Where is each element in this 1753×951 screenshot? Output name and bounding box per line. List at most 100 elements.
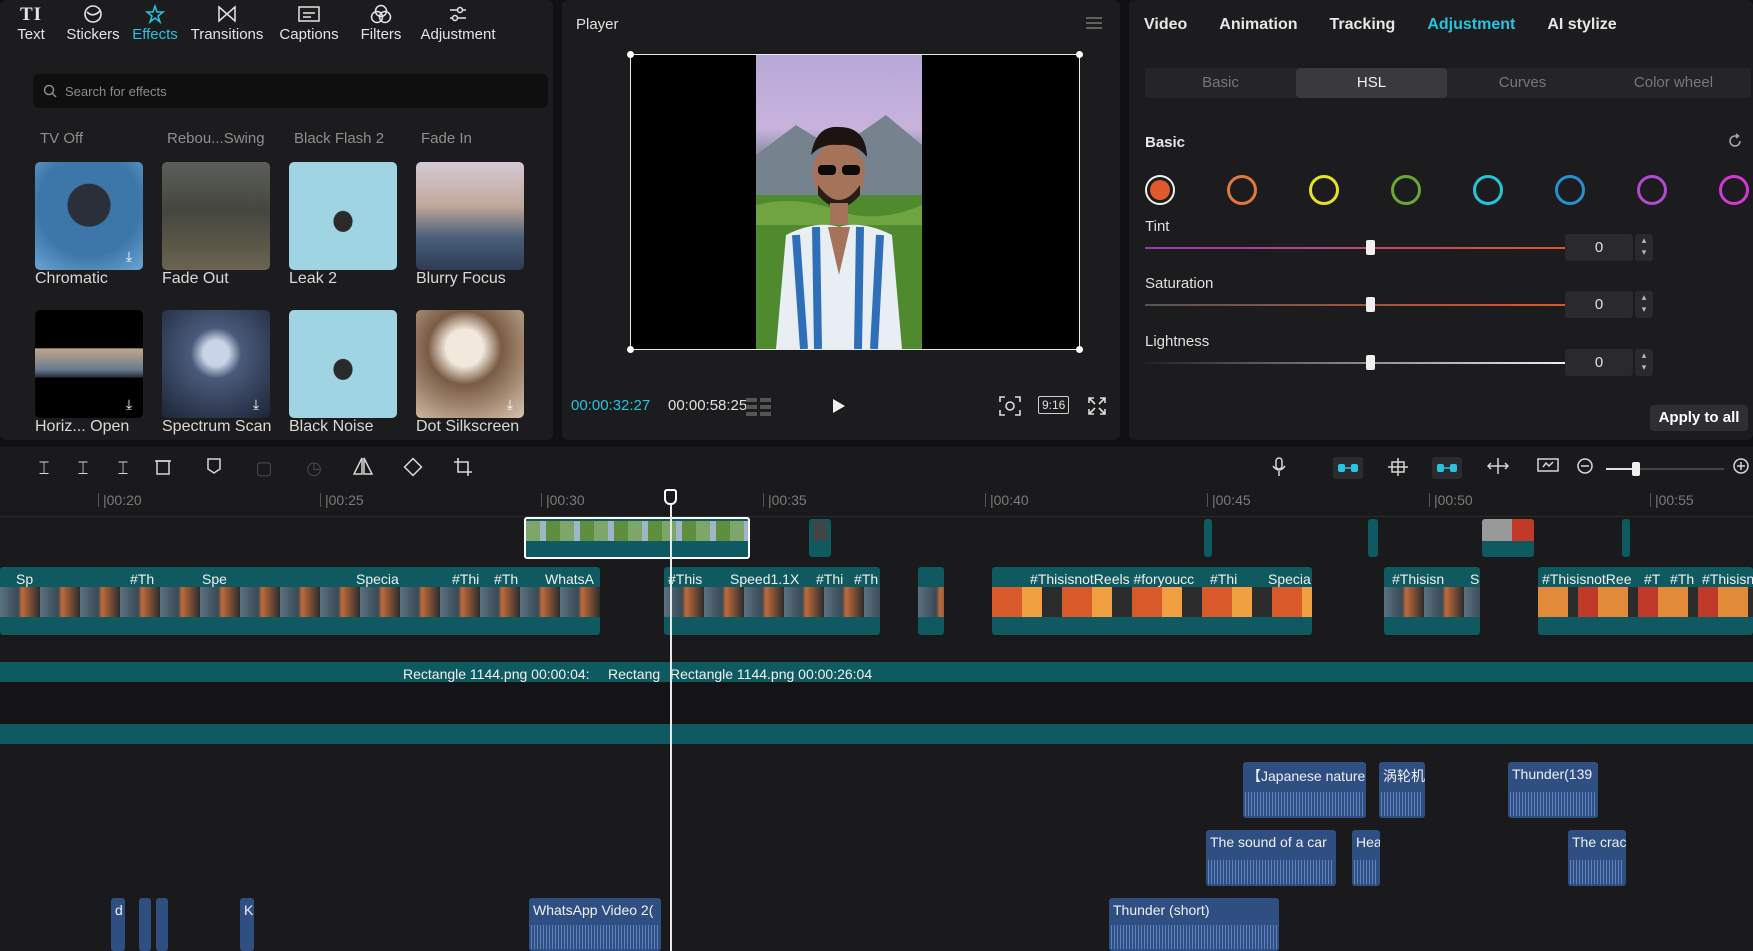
delete-icon[interactable] xyxy=(152,457,174,479)
audio-clip[interactable]: 涡轮机 xyxy=(1379,762,1425,818)
audio-clip[interactable]: WhatsApp Video 2( xyxy=(529,898,661,951)
fullscreen-icon[interactable] xyxy=(1088,397,1106,415)
play-icon[interactable] xyxy=(832,398,846,414)
fit-icon[interactable] xyxy=(999,396,1021,416)
effect-clip[interactable]: #ThisisnotRee #T #Th #Thisisn xyxy=(1538,567,1753,635)
tab-adjustment[interactable]: Adjustment xyxy=(412,0,504,50)
effect-thumbnail[interactable]: ⤓ xyxy=(35,162,143,270)
effect-thumbnail[interactable] xyxy=(416,162,524,270)
marker-icon[interactable] xyxy=(203,457,225,479)
download-icon[interactable]: ⤓ xyxy=(121,248,137,264)
tab-transitions[interactable]: Transitions xyxy=(186,0,268,50)
color-swatch-red[interactable] xyxy=(1145,175,1175,205)
tint-knob[interactable] xyxy=(1366,240,1375,255)
video-clip[interactable] xyxy=(1482,519,1534,557)
color-swatch-purple[interactable] xyxy=(1637,175,1667,205)
split-left-icon[interactable]: ⌶ xyxy=(72,457,94,479)
effect-thumbnail[interactable] xyxy=(289,310,397,418)
color-swatch-magenta[interactable] xyxy=(1719,175,1749,205)
playhead-handle[interactable] xyxy=(664,489,677,505)
lightness-value[interactable]: 0 xyxy=(1565,349,1633,376)
effect-clip[interactable]: Sp #Th Spe Specia #Thi #Th WhatsA xyxy=(0,567,600,635)
magnet-link-icon[interactable] xyxy=(1333,457,1363,479)
tab-video[interactable]: Video xyxy=(1144,16,1187,34)
mirror-icon[interactable] xyxy=(352,457,374,479)
video-clip[interactable] xyxy=(1204,519,1212,557)
snap-icon[interactable] xyxy=(1387,457,1409,479)
tab-text[interactable]: TI Text xyxy=(0,0,62,50)
preview-axis-icon[interactable] xyxy=(1537,457,1559,479)
tab-effects[interactable]: Effects xyxy=(124,0,186,50)
saturation-value[interactable]: 0 xyxy=(1565,291,1633,318)
color-swatch-green[interactable] xyxy=(1391,175,1421,205)
microphone-icon[interactable] xyxy=(1268,457,1290,479)
video-clip[interactable] xyxy=(1368,519,1378,557)
video-clip[interactable] xyxy=(809,519,831,557)
link-icon[interactable] xyxy=(1432,457,1462,479)
audio-clip[interactable]: The crac xyxy=(1568,830,1626,886)
crop-icon[interactable] xyxy=(452,457,474,479)
audio-clip[interactable]: Thunder(139 xyxy=(1508,762,1598,818)
color-swatch-cyan[interactable] xyxy=(1473,175,1503,205)
tab-animation[interactable]: Animation xyxy=(1219,16,1297,34)
audio-clip[interactable]: The sound of a car xyxy=(1206,830,1336,886)
download-icon[interactable]: ⤓ xyxy=(248,396,264,412)
video-clip[interactable] xyxy=(1622,519,1630,557)
time-ruler[interactable]: |00:20 |00:25 |00:30 |00:35 |00:40 |00:4… xyxy=(0,489,1753,517)
playhead[interactable] xyxy=(670,489,672,951)
audio-clip[interactable] xyxy=(156,898,168,951)
download-icon[interactable]: ⤓ xyxy=(502,396,518,412)
zoom-out-icon[interactable] xyxy=(1574,457,1596,479)
subtab-curves[interactable]: Curves xyxy=(1447,68,1598,98)
rotate-icon[interactable] xyxy=(402,457,424,479)
audio-clip[interactable]: d xyxy=(111,898,125,951)
subtab-color-wheel[interactable]: Color wheel xyxy=(1598,68,1749,98)
audio-clip[interactable]: Hea xyxy=(1352,830,1380,886)
split-right-icon[interactable]: ⌶ xyxy=(112,457,134,479)
lightness-knob[interactable] xyxy=(1366,355,1375,370)
tint-value[interactable]: 0 xyxy=(1565,234,1633,261)
effect-clip[interactable]: #This Speed1.1X #Thi #Th xyxy=(664,567,880,635)
split-icon[interactable]: ⌶ xyxy=(33,457,55,479)
zoom-knob[interactable] xyxy=(1632,462,1640,476)
audio-clip[interactable]: 【Japanese nature xyxy=(1243,762,1366,818)
aspect-ratio-button[interactable]: 9:16 xyxy=(1038,396,1070,414)
audio-clip[interactable] xyxy=(139,898,151,951)
subtab-hsl[interactable]: HSL xyxy=(1296,68,1447,98)
effect-thumbnail[interactable]: ⤓ xyxy=(416,310,524,418)
tab-stickers[interactable]: Stickers xyxy=(62,0,124,50)
download-icon[interactable]: ⤓ xyxy=(121,396,137,412)
tab-captions[interactable]: Captions xyxy=(268,0,350,50)
reset-icon[interactable] xyxy=(1727,133,1743,149)
subtab-basic[interactable]: Basic xyxy=(1145,68,1296,98)
color-swatch-orange[interactable] xyxy=(1227,175,1257,205)
effect-thumbnail[interactable]: ⤓ xyxy=(162,310,270,418)
effect-thumbnail[interactable] xyxy=(162,162,270,270)
tab-filters[interactable]: Filters xyxy=(350,0,412,50)
apply-to-all-button[interactable]: Apply to all xyxy=(1650,405,1748,431)
color-swatch-blue[interactable] xyxy=(1555,175,1585,205)
effect-clip[interactable]: #ThisisnotReels #foryoucc #Thi Specia xyxy=(992,567,1312,635)
saturation-stepper[interactable]: ▴ ▾ xyxy=(1635,291,1653,318)
split-screen-icon[interactable] xyxy=(1486,457,1510,479)
menu-icon[interactable] xyxy=(1086,16,1102,30)
zoom-in-icon[interactable] xyxy=(1730,457,1752,479)
audio-clip[interactable]: Thunder (short) xyxy=(1109,898,1279,951)
tab-ai-stylize[interactable]: AI stylize xyxy=(1547,16,1616,34)
graphic-track-clip[interactable]: Rectangle 1144.png 00:00:04: Rectang Rec… xyxy=(0,662,1753,744)
effect-clip[interactable] xyxy=(918,567,944,635)
timeline-grid-icon[interactable] xyxy=(746,398,772,416)
selected-video-clip[interactable] xyxy=(524,517,750,559)
audio-clip[interactable]: K xyxy=(240,898,254,951)
search-input[interactable]: Search for effects xyxy=(33,74,548,108)
tab-tracking[interactable]: Tracking xyxy=(1330,16,1396,34)
effect-clip[interactable]: #Thisisn S xyxy=(1384,567,1480,635)
saturation-knob[interactable] xyxy=(1366,297,1375,312)
effect-thumbnail[interactable] xyxy=(289,162,397,270)
tab-adjustment[interactable]: Adjustment xyxy=(1427,16,1515,34)
color-swatch-yellow[interactable] xyxy=(1309,175,1339,205)
effect-thumbnail[interactable]: ⤓ xyxy=(35,310,143,418)
preview-canvas[interactable] xyxy=(627,51,1083,353)
tint-stepper[interactable]: ▴ ▾ xyxy=(1635,234,1653,261)
zoom-slider[interactable] xyxy=(1606,462,1724,476)
